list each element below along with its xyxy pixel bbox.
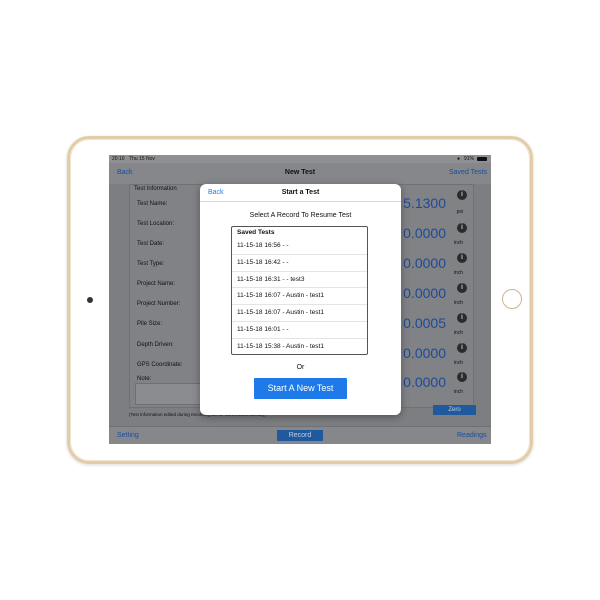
wifi-icon: ●: [457, 156, 461, 162]
reading-value: 0.0000: [403, 255, 446, 271]
field-project-number[interactable]: Project Number:: [137, 301, 180, 307]
start-new-test-button[interactable]: Start A New Test: [254, 378, 347, 399]
reading-unit: inch: [453, 240, 463, 246]
saved-tests-header: Saved Tests: [237, 229, 275, 236]
field-test-name[interactable]: Test Name:: [137, 201, 167, 207]
saved-test-item[interactable]: 11-15-18 16:07 - Austin - test1: [232, 305, 367, 322]
info-icon[interactable]: i: [457, 372, 467, 382]
reading-value: 0.0000: [403, 225, 446, 241]
reading-unit: inch: [453, 270, 463, 276]
reading-unit: inch: [453, 360, 463, 366]
field-note-label: Note:: [137, 376, 152, 382]
nav-bar: Back New Test Saved Tests: [109, 163, 491, 184]
setting-tab[interactable]: Setting: [117, 432, 139, 439]
readings-tab[interactable]: Readings: [457, 432, 487, 439]
field-project-name[interactable]: Project Name:: [137, 281, 175, 287]
info-icon[interactable]: i: [457, 343, 467, 353]
reading-value: 0.0000: [403, 285, 446, 301]
tab-bar: Setting Record Readings: [109, 426, 491, 444]
zero-button[interactable]: Zero: [433, 405, 476, 415]
home-button[interactable]: [502, 289, 522, 309]
reading-value: 0.0005: [403, 315, 446, 331]
start-test-modal: Back Start a Test Select A Record To Res…: [200, 184, 401, 415]
saved-test-item[interactable]: 11-15-18 16:07 - Austin - test1: [232, 288, 367, 306]
saved-test-item[interactable]: 11-15-18 16:01 - -: [232, 322, 367, 339]
info-icon[interactable]: i: [457, 283, 467, 293]
modal-title: Start a Test: [281, 189, 320, 196]
field-depth-driven[interactable]: Depth Driven:: [137, 342, 174, 348]
status-time: 20:10: [112, 156, 125, 162]
field-gps-coordinate[interactable]: GPS Coordinate:: [137, 362, 182, 368]
page-title: New Test: [284, 169, 316, 176]
modal-header: Back Start a Test: [200, 184, 401, 202]
or-label: Or: [296, 364, 305, 371]
status-battery: 91%: [464, 156, 475, 162]
modal-subtitle: Select A Record To Resume Test: [249, 212, 352, 219]
reading-value: 0.0000: [403, 374, 446, 390]
saved-test-item[interactable]: 11-15-18 16:42 - -: [232, 255, 367, 272]
test-info-header: Test Information: [134, 186, 177, 192]
reading-unit: inch: [453, 389, 463, 395]
status-date: Thu 15 Nov: [129, 156, 155, 162]
saved-test-item[interactable]: 11-15-18 15:38 - Austin - test1: [232, 339, 367, 356]
reading-unit: inch: [453, 330, 463, 336]
field-pile-size[interactable]: Pile Size:: [137, 321, 162, 327]
info-icon[interactable]: i: [457, 190, 467, 200]
reading-value: 5.1300: [403, 195, 446, 211]
field-test-type[interactable]: Test Type:: [137, 261, 164, 267]
saved-tests-list[interactable]: Saved Tests 11-15-18 16:56 - - 11-15-18 …: [231, 226, 368, 355]
saved-test-item[interactable]: 11-15-18 16:56 - -: [232, 238, 367, 255]
info-icon[interactable]: i: [457, 223, 467, 233]
battery-icon: [477, 157, 487, 161]
record-button[interactable]: Record: [277, 430, 323, 441]
camera-dot: [87, 297, 93, 303]
field-test-location[interactable]: Test Location:: [137, 221, 174, 227]
saved-test-item[interactable]: 11-15-18 16:31 - - test3: [232, 272, 367, 289]
info-icon[interactable]: i: [457, 253, 467, 263]
field-test-date[interactable]: Test Date:: [137, 241, 164, 247]
saved-tests-link[interactable]: Saved Tests: [449, 169, 487, 176]
reading-unit: psi: [456, 209, 463, 215]
reading-value: 0.0000: [403, 345, 446, 361]
reading-unit: inch: [453, 300, 463, 306]
info-icon[interactable]: i: [457, 313, 467, 323]
status-bar: 20:10 Thu 15 Nov ● 91%: [109, 155, 491, 163]
